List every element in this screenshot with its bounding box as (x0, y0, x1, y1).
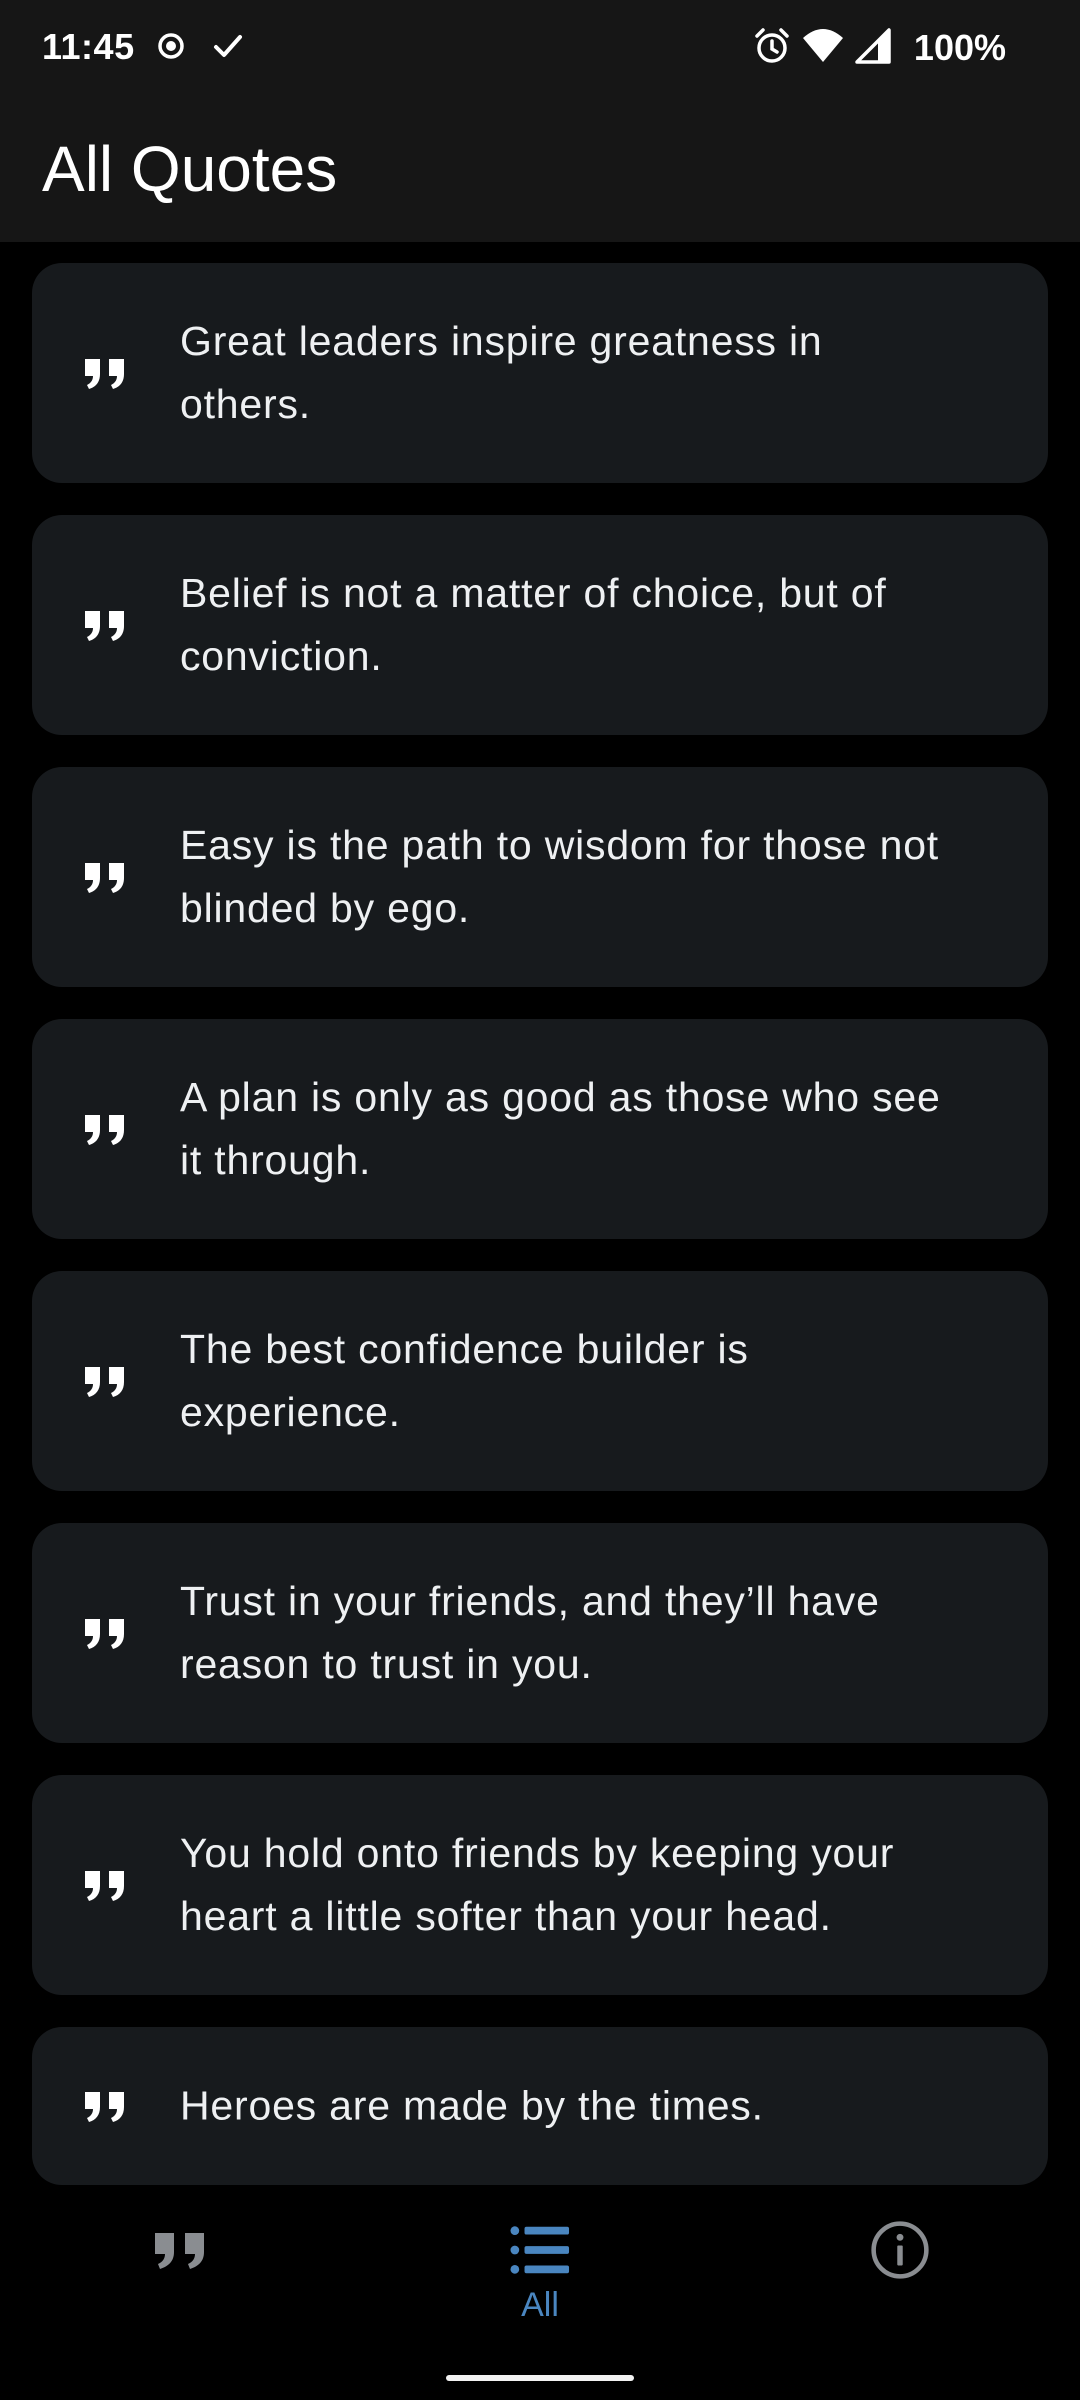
quote-text-line: Great leaders inspire greatness in (180, 318, 823, 364)
quote-icon (82, 1616, 128, 1650)
quote-text-line: Heroes are made by the times. (180, 2082, 764, 2129)
quote-text-line: Trust in your friends, and they’ll have (180, 1578, 880, 1624)
quote-text-line: heart a little softer than your head. (180, 1893, 832, 1939)
quote-text-line: A plan is only as good as those who see (180, 1074, 941, 1120)
info-icon (870, 2220, 930, 2280)
signal-icon (854, 26, 892, 71)
quote-card[interactable]: You hold onto friends by keeping your he… (32, 1775, 1048, 1995)
quote-text-line: it through. (180, 1137, 372, 1183)
check-icon (212, 31, 244, 66)
home-indicator[interactable] (446, 2375, 634, 2381)
quote-icon (150, 2220, 210, 2280)
quote-text-line: reason to trust in you. (180, 1641, 593, 1687)
quote-text-line: Belief is not a matter of choice, but of (180, 570, 887, 616)
quote-text: Heroes are made by the times. (180, 2075, 998, 2138)
quote-text-line: The best confidence builder is (180, 1326, 749, 1372)
quote-text: Belief is not a matter of choice, but of… (180, 562, 998, 688)
quote-card[interactable]: Trust in your friends, and they’ll have … (32, 1523, 1048, 1743)
alarm-icon (752, 26, 792, 71)
battery-percentage: 100% (913, 27, 1006, 68)
wifi-icon (802, 26, 844, 71)
quote-text-line: conviction. (180, 633, 383, 679)
quote-icon (82, 356, 128, 390)
quote-text-line: You hold onto friends by keeping your (180, 1830, 895, 1876)
quote-icon (82, 1364, 128, 1398)
quote-card[interactable]: A plan is only as good as those who see … (32, 1019, 1048, 1239)
quote-text-line: others. (180, 381, 311, 427)
quote-text: Great leaders inspire greatness in other… (180, 310, 998, 436)
quote-text-line: experience. (180, 1389, 401, 1435)
quote-icon (82, 608, 128, 642)
quote-text: A plan is only as good as those who see … (180, 1066, 998, 1192)
quote-icon (82, 1112, 128, 1146)
app-bar: All Quotes (0, 96, 1080, 242)
quote-icon (82, 860, 128, 894)
quote-text: You hold onto friends by keeping your he… (180, 1822, 998, 1948)
status-right-icons: 100% (752, 24, 1006, 72)
quote-text: Trust in your friends, and they’ll have … (180, 1570, 998, 1696)
page-title: All Quotes (42, 133, 338, 205)
status-bar: 11:45 100% (0, 0, 1080, 96)
status-time: 11:45 (42, 26, 135, 67)
quote-text: The best confidence builder is experienc… (180, 1318, 998, 1444)
quote-card[interactable]: Easy is the path to wisdom for those not… (32, 767, 1048, 987)
status-left-icons (156, 30, 244, 66)
quote-card[interactable]: Belief is not a matter of choice, but of… (32, 515, 1048, 735)
quote-card[interactable]: The best confidence builder is experienc… (32, 1271, 1048, 1491)
record-icon (156, 31, 186, 66)
nav-item-all[interactable]: All (360, 2192, 720, 2352)
quote-card[interactable]: Heroes are made by the times. (32, 2027, 1048, 2185)
nav-item-quotes[interactable] (0, 2192, 360, 2352)
nav-item-info[interactable] (720, 2192, 1080, 2352)
quote-text-line: Easy is the path to wisdom for those not (180, 822, 939, 868)
list-icon (510, 2220, 570, 2280)
quote-list[interactable]: Great leaders inspire greatness in other… (0, 242, 1080, 2192)
quote-card[interactable]: Great leaders inspire greatness in other… (32, 263, 1048, 483)
quote-text: Easy is the path to wisdom for those not… (180, 814, 998, 940)
quote-icon (82, 2089, 128, 2123)
bottom-navigation: All (0, 2192, 1080, 2400)
quote-icon (82, 1868, 128, 1902)
quote-text-line: blinded by ego. (180, 885, 471, 931)
nav-label-all: All (521, 2286, 559, 2324)
